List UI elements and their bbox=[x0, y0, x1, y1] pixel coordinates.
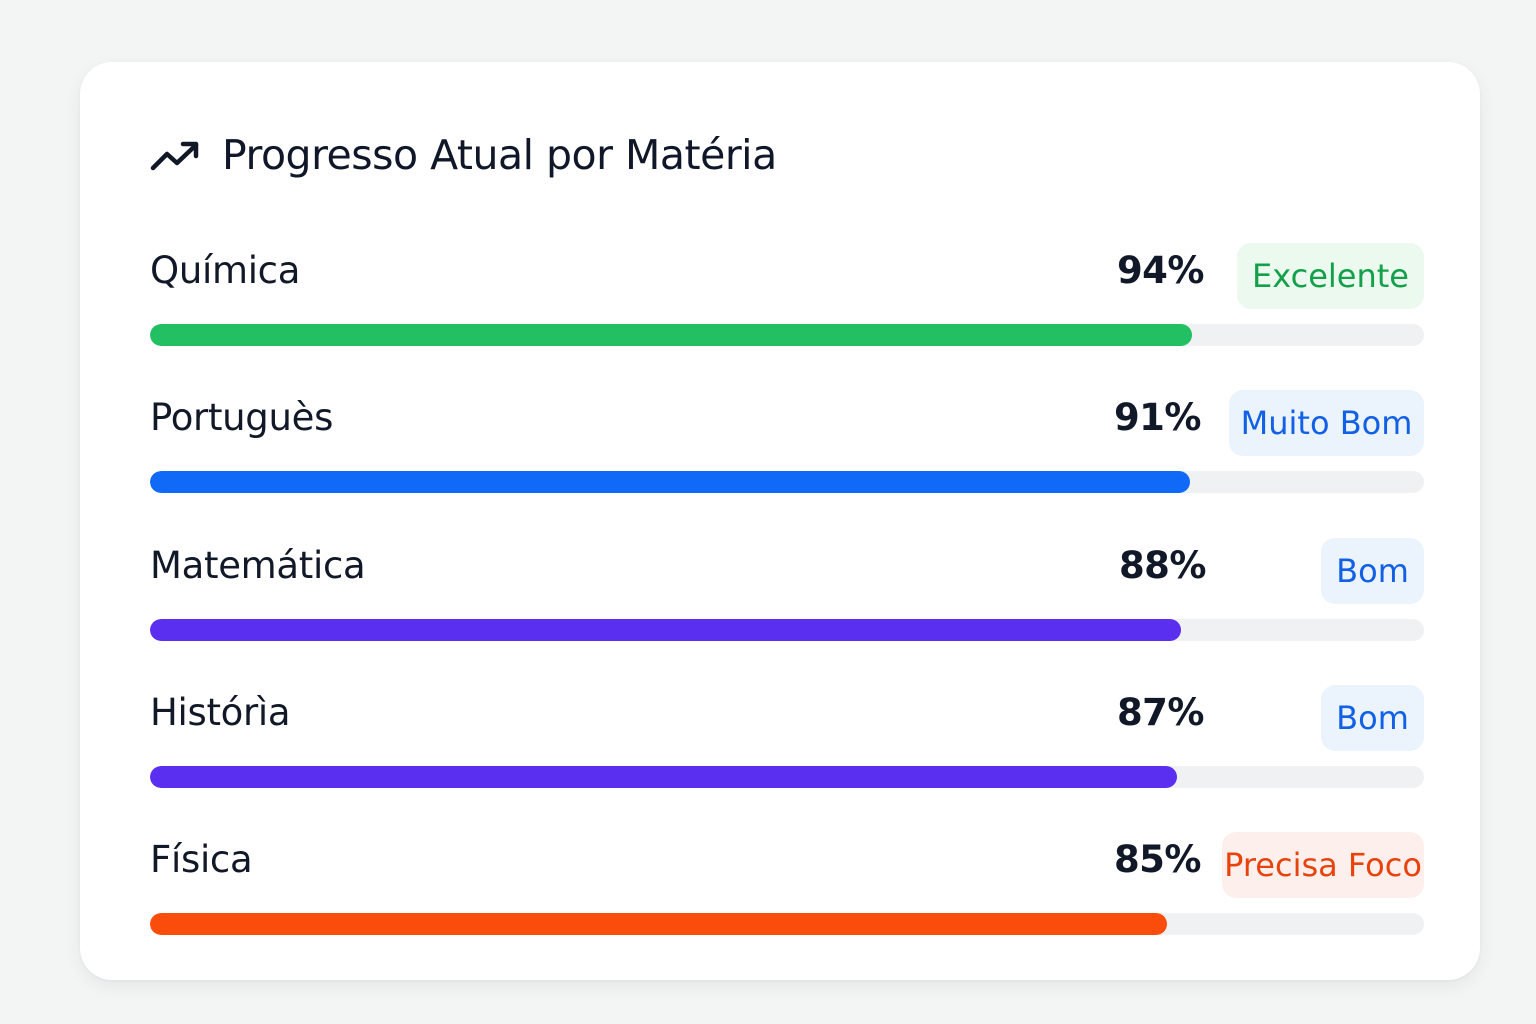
subject-percent: 85% bbox=[1113, 838, 1202, 882]
card-title: Progresso Atual por Matéria bbox=[222, 131, 777, 179]
subject-name: Física bbox=[150, 838, 253, 882]
progress-track bbox=[150, 765, 1424, 788]
subject-percent: 91% bbox=[1113, 396, 1202, 440]
progress-track bbox=[150, 324, 1424, 346]
progress-fill bbox=[150, 913, 1167, 936]
progress-track bbox=[150, 471, 1424, 494]
status-badge: Muito Bom bbox=[1229, 390, 1424, 457]
subject-row-matematica: Matemática 88% Bom bbox=[150, 532, 1424, 679]
subject-list: Química 94% Excelente Portuguès 91% Muit… bbox=[150, 237, 1424, 973]
progress-fill bbox=[150, 618, 1181, 641]
subject-percent: 88% bbox=[1118, 543, 1207, 587]
progress-fill bbox=[150, 765, 1177, 788]
progress-track bbox=[150, 618, 1424, 641]
status-badge: Excelente bbox=[1237, 243, 1424, 309]
subject-name: Matemática bbox=[150, 543, 366, 587]
card-header: Progresso Atual por Matéria bbox=[150, 130, 777, 180]
subject-name: Química bbox=[150, 249, 301, 292]
progress-track bbox=[150, 913, 1424, 936]
status-badge: Bom bbox=[1321, 537, 1424, 604]
status-badge: Bom bbox=[1321, 684, 1424, 751]
status-badge: Precisa Foco bbox=[1222, 832, 1424, 899]
subject-row-portugues: Portuguès 91% Muito Bom bbox=[150, 384, 1424, 531]
progress-card: Progresso Atual por Matéria Química 94% … bbox=[80, 62, 1480, 980]
trending-up-icon bbox=[150, 137, 200, 173]
subject-row-fisica: Física 85% Precisa Foco bbox=[150, 826, 1424, 973]
progress-fill bbox=[150, 324, 1193, 346]
subject-percent: 87% bbox=[1116, 690, 1205, 734]
subject-name: Histórìa bbox=[150, 690, 291, 734]
subject-name: Portuguès bbox=[150, 396, 334, 440]
subject-percent: 94% bbox=[1116, 249, 1205, 292]
progress-fill bbox=[150, 471, 1190, 494]
subject-row-quimica: Química 94% Excelente bbox=[150, 237, 1424, 384]
subject-row-historia: Histórìa 87% Bom bbox=[150, 679, 1424, 826]
